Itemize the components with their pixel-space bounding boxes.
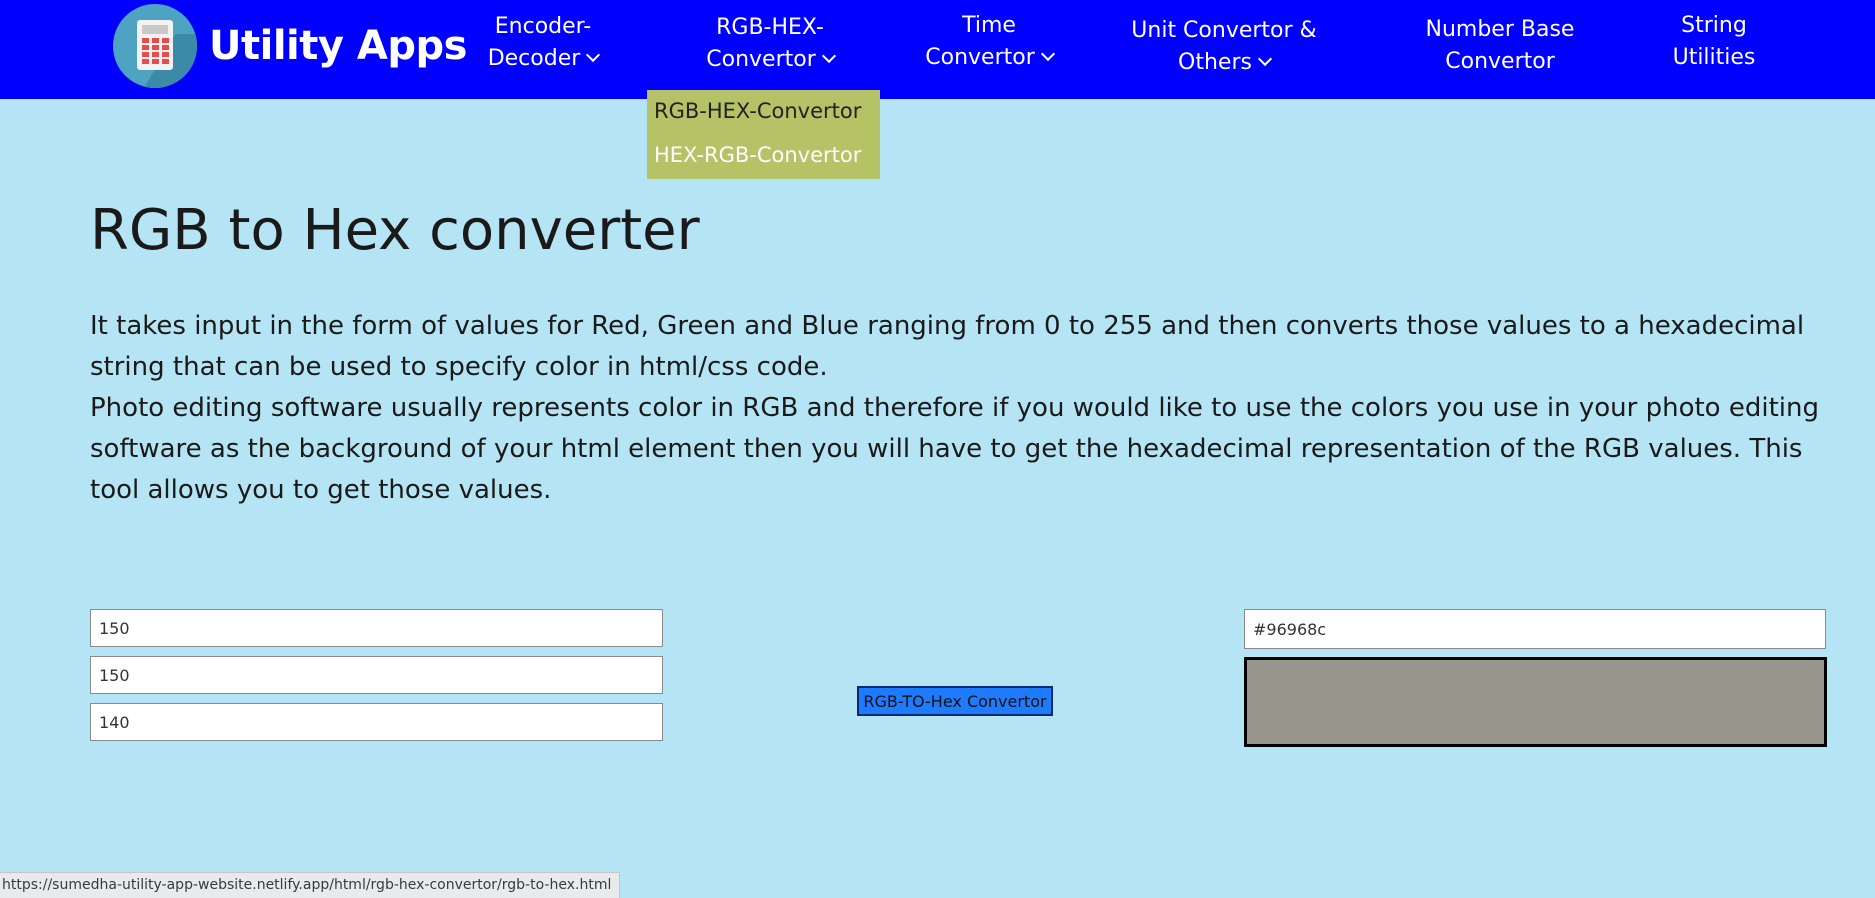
status-bar-url: https://sumedha-utility-app-website.netl… [0, 872, 621, 898]
brand-name: Utility Apps [209, 23, 467, 69]
page-description: It takes input in the form of values for… [90, 306, 1840, 511]
hex-output-field[interactable] [1244, 609, 1826, 649]
rgb-hex-dropdown-menu: RGB-HEX-Convertor HEX-RGB-Convertor [647, 90, 880, 179]
color-preview-swatch [1244, 657, 1827, 747]
nav-item-string-utilities[interactable]: String Utilities [1664, 10, 1764, 74]
red-value-input[interactable] [90, 609, 663, 647]
dropdown-item-rgb-hex[interactable]: RGB-HEX-Convertor [654, 99, 861, 123]
nav-item-unit-convertor-others[interactable]: Unit Convertor & Others [1124, 15, 1324, 79]
nav-item-rgb-hex-convertor[interactable]: RGB-HEX- Convertor [700, 12, 840, 76]
green-value-input[interactable] [90, 656, 663, 694]
chevron-down-icon [1040, 46, 1055, 62]
chevron-down-icon [821, 48, 836, 64]
rgb-to-hex-convert-button[interactable]: RGB-TO-Hex Convertor [857, 686, 1053, 716]
dropdown-item-hex-rgb[interactable]: HEX-RGB-Convertor [654, 143, 861, 167]
navbar: Utility Apps Encoder- Decoder RGB-HEX- C… [0, 0, 1875, 99]
calculator-icon [113, 4, 197, 88]
brand-link[interactable]: Utility Apps [113, 4, 467, 88]
nav-item-time-convertor[interactable]: Time Convertor [919, 10, 1059, 74]
nav-item-number-base-convertor[interactable]: Number Base Convertor [1405, 14, 1595, 78]
blue-value-input[interactable] [90, 703, 663, 741]
nav-item-encoder-decoder[interactable]: Encoder- Decoder [483, 11, 603, 75]
chevron-down-icon [586, 47, 601, 63]
description-paragraph-2: Photo editing software usually represent… [90, 393, 1819, 505]
description-paragraph-1: It takes input in the form of values for… [90, 311, 1805, 382]
page-title: RGB to Hex converter [90, 198, 700, 263]
chevron-down-icon [1257, 51, 1273, 67]
